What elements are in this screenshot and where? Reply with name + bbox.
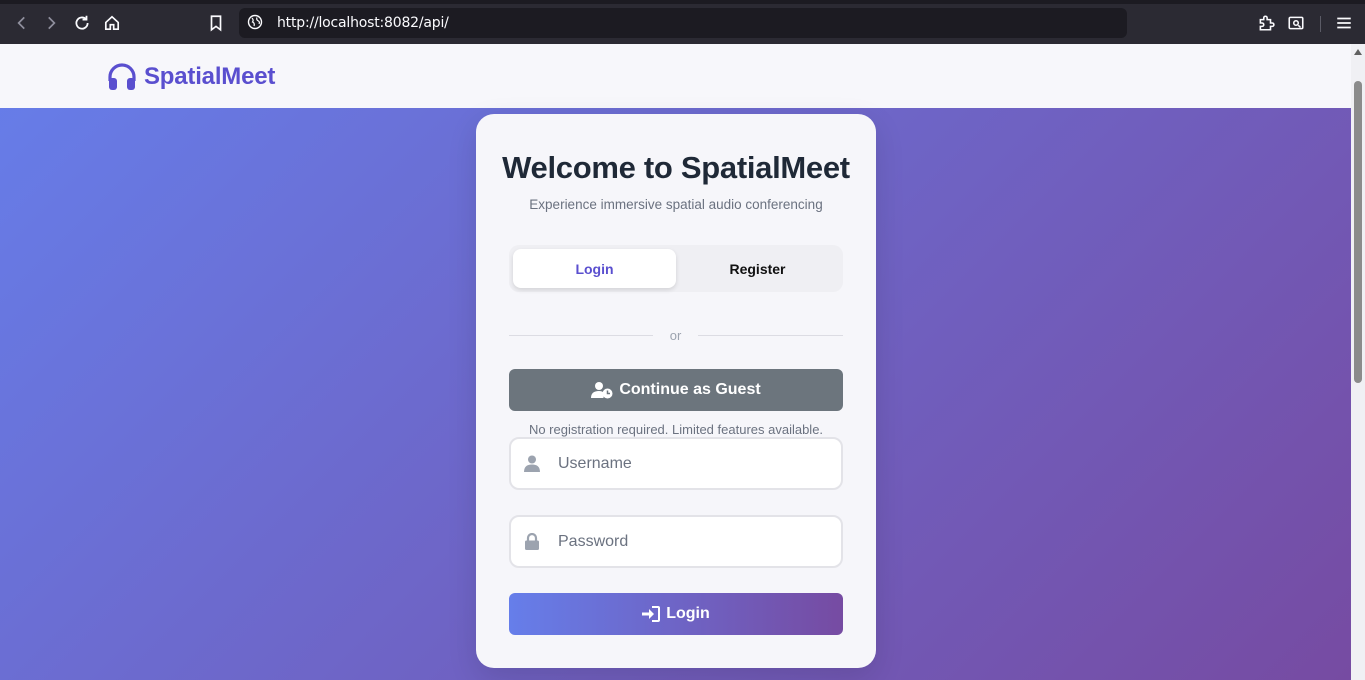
password-input[interactable] [558, 529, 828, 555]
url-text: http://localhost:8082/api/ [277, 15, 449, 31]
user-clock-icon [591, 382, 613, 399]
toolbar-separator [1320, 16, 1321, 32]
password-field[interactable] [509, 515, 843, 568]
auth-card: Welcome to SpatialMeet Experience immers… [476, 114, 876, 668]
globe-icon [247, 14, 265, 32]
forward-icon[interactable] [38, 10, 64, 36]
auth-tabs: Login Register [509, 245, 843, 292]
url-bar[interactable]: http://localhost:8082/api/ [239, 8, 1127, 38]
menu-icon[interactable] [1331, 10, 1357, 36]
page-subtitle: Experience immersive spatial audio confe… [529, 197, 823, 212]
login-button[interactable]: Login [509, 593, 843, 635]
guest-note: No registration required. Limited featur… [528, 422, 824, 437]
reload-icon[interactable] [69, 10, 95, 36]
extensions-icon[interactable] [1253, 10, 1279, 36]
continue-as-guest-button[interactable]: Continue as Guest [509, 369, 843, 411]
lock-icon [524, 532, 540, 550]
page-viewport: SpatialMeet Welcome to SpatialMeet Exper… [0, 44, 1351, 680]
scrollbar-thumb[interactable] [1354, 81, 1362, 383]
guest-button-label: Continue as Guest [619, 381, 761, 398]
back-icon[interactable] [9, 10, 35, 36]
home-icon[interactable] [99, 10, 125, 36]
browser-toolbar: http://localhost:8082/api/ [0, 0, 1365, 44]
bookmark-icon[interactable] [203, 10, 229, 36]
username-input[interactable] [558, 451, 828, 477]
login-button-label: Login [666, 605, 710, 622]
user-icon [524, 455, 540, 472]
scroll-up-icon[interactable] [1354, 49, 1362, 55]
brand[interactable]: SpatialMeet [106, 61, 275, 93]
page-title: Welcome to SpatialMeet [502, 150, 850, 185]
divider-text: or [653, 325, 698, 345]
top-navbar: SpatialMeet [0, 44, 1351, 108]
page-scrollbar[interactable] [1351, 44, 1365, 680]
headphones-icon [106, 61, 138, 93]
screenshot-icon[interactable] [1283, 10, 1309, 36]
brand-name: SpatialMeet [144, 63, 276, 90]
tab-login[interactable]: Login [513, 249, 676, 288]
tab-register[interactable]: Register [676, 249, 839, 288]
username-field[interactable] [509, 437, 843, 490]
sign-in-icon [642, 606, 661, 622]
